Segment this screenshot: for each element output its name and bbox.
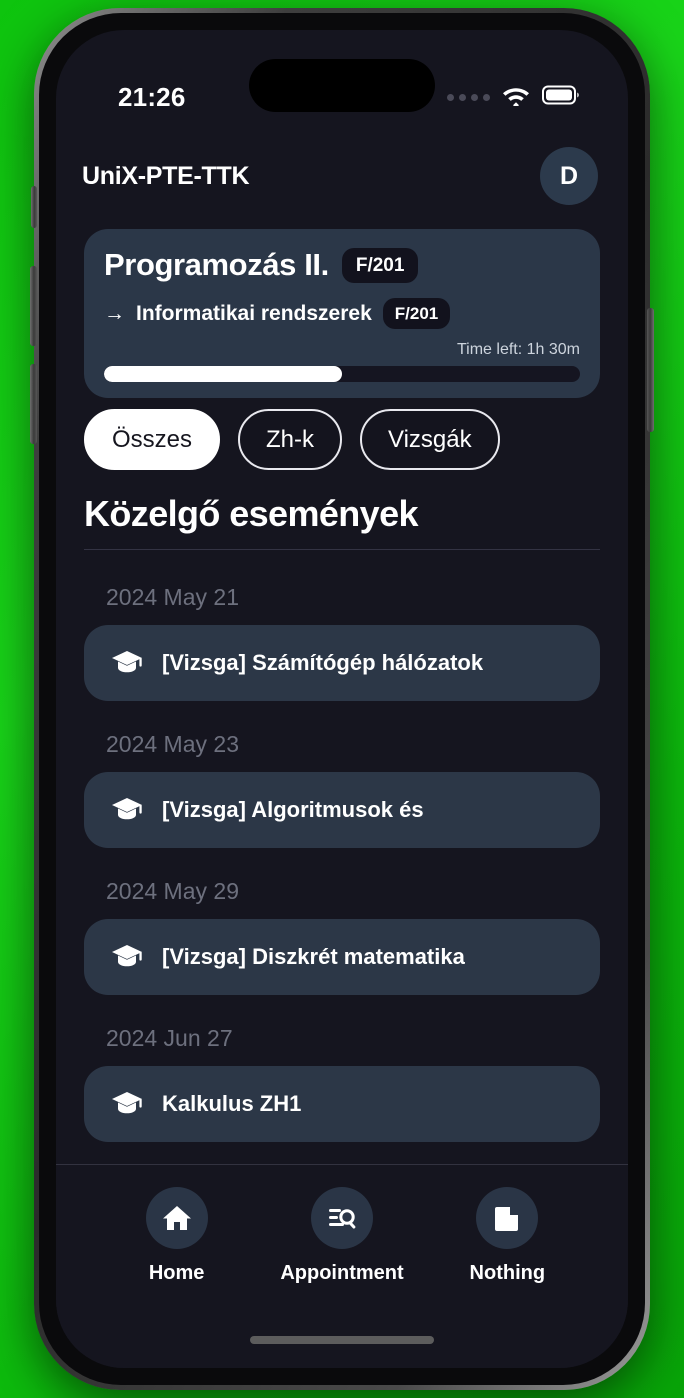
nav-item-label: Nothing [469,1262,546,1284]
event-title: Kalkulus ZH1 [162,1091,302,1116]
home-indicator[interactable] [250,1336,434,1344]
filter-chip-label: Összes [112,425,193,453]
avatar[interactable]: D [540,147,598,205]
event-title: [Vizsga] Számítógép hálózatok [162,650,484,675]
event-card[interactable]: [Vizsga] Számítógép hálózatok [84,625,600,701]
time-left-label: Time left: 1h 30m [456,341,580,358]
class-progress-bar [104,366,580,382]
power-button[interactable] [647,308,654,432]
event-card[interactable]: [Vizsga] Algoritmusok és [84,772,600,848]
current-class-card[interactable]: Programozás II. F/201 → Informatikai ren… [84,229,600,398]
filter-chip-1[interactable]: Zh-k [238,409,343,470]
nav-item-nothing[interactable]: Nothing [432,1187,582,1285]
status-bar: 21:26 [56,30,628,134]
next-arrow-icon: → [104,301,125,325]
event-title: [Vizsga] Algoritmusok és [162,797,424,822]
event-group-date: 2024 May 29 [106,878,239,904]
filter-chip-2[interactable]: Vizsgák [360,409,500,470]
event-group: 2024 Jun 27 Kalkulus ZH1 [84,1007,600,1142]
filter-chip-label: Zh-k [266,425,315,453]
filter-chip-0[interactable]: Összes [84,409,221,470]
dynamic-island [249,59,435,112]
next-class-row: → Informatikai rendszerek F/201 [104,298,580,329]
event-group-date: 2024 Jun 27 [106,1025,233,1051]
phone-frame: 21:26 UniX-PTE-TTK D Programozás II. F/2… [30,8,654,1390]
events-list: 2024 May 21 [Vizsga] Számítógép hálózatok… [84,566,600,1165]
event-group: 2024 May 29 [Vizsga] Diszkrét matematika [84,860,600,995]
graduation-cap-icon [110,793,144,827]
battery-full-icon [542,85,580,110]
phone-bezel: 21:26 UniX-PTE-TTK D Programozás II. F/2… [39,13,645,1385]
cellular-dots-icon [447,94,490,101]
filter-chip-label: Vizsgák [388,425,472,453]
event-group: 2024 May 23 [Vizsga] Algoritmusok és [84,713,600,848]
event-group: 2024 May 21 [Vizsga] Számítógép hálózatok [84,566,600,701]
nav-item-appointment[interactable]: Appointment [267,1187,417,1285]
nav-item-home[interactable]: Home [102,1187,252,1285]
class-progress-fill [104,366,342,382]
document-search-icon [310,1187,373,1249]
volume-down-button[interactable] [30,364,37,444]
graduation-cap-icon [110,1087,144,1121]
event-group-date: 2024 May 23 [106,731,239,757]
event-card[interactable]: Kalkulus ZH1 [84,1066,600,1142]
phone-screen: 21:26 UniX-PTE-TTK D Programozás II. F/2… [56,30,628,1368]
filter-chips: Összes Zh-k Vizsgák [84,409,600,470]
graduation-cap-icon [110,940,144,974]
bottom-navigation: Home Appointment Nothing [56,1164,628,1368]
event-card[interactable]: [Vizsga] Diszkrét matematika [84,919,600,995]
section-heading: Közelgő események [84,493,419,534]
nav-item-label: Appointment [280,1262,404,1284]
current-class-row: Programozás II. F/201 [104,247,580,283]
current-class-room-badge: F/201 [341,247,419,283]
home-icon [145,1187,208,1249]
app-header: UniX-PTE-TTK D [56,134,628,218]
event-group-date: 2024 May 21 [106,584,239,610]
nav-item-label: Home [148,1262,205,1284]
current-class-title: Programozás II. [104,247,329,282]
next-class-title: Informatikai rendszerek [136,301,372,325]
silence-switch[interactable] [31,186,37,228]
page-title: UniX-PTE-TTK [82,161,250,190]
file-icon [476,1187,539,1249]
wifi-icon [501,84,531,111]
event-title: [Vizsga] Diszkrét matematika [162,944,465,969]
volume-up-button[interactable] [30,266,37,346]
status-bar-indicators [447,84,580,111]
status-bar-time: 21:26 [118,82,186,112]
graduation-cap-icon [110,646,144,680]
next-class-room-badge: F/201 [382,298,451,329]
section-divider [84,549,600,550]
